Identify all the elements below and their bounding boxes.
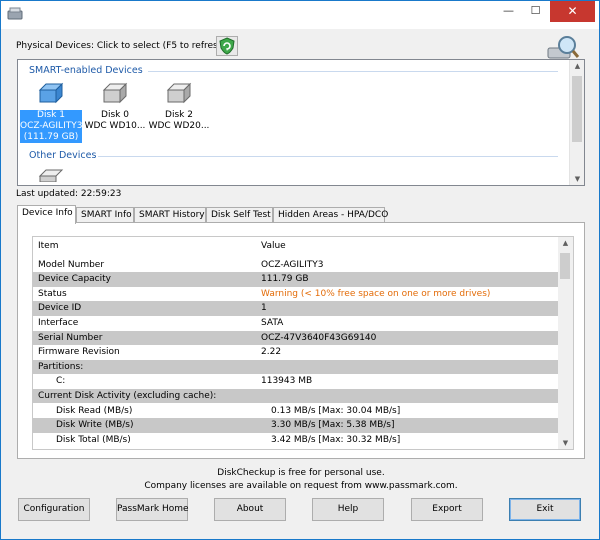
passmark-home-button[interactable]: PassMark Home bbox=[116, 498, 189, 521]
device-list-scrollbar[interactable]: ▲ ▼ bbox=[569, 60, 584, 185]
table-row: Firmware Revision 2.22 bbox=[33, 345, 559, 360]
exit-button[interactable]: Exit bbox=[509, 498, 581, 521]
disk-drive-icon bbox=[166, 82, 192, 104]
table-row: Current Disk Activity (excluding cache): bbox=[33, 388, 559, 404]
refresh-button[interactable] bbox=[216, 36, 238, 56]
table-header: Item Value bbox=[33, 239, 559, 254]
disk-item-2[interactable]: Disk 2 WDC WD20... bbox=[148, 82, 210, 132]
license-note-line1: DiskCheckup is free for personal use. bbox=[217, 468, 385, 478]
group-smart-devices: SMART-enabled Devices bbox=[29, 65, 143, 76]
row-value: 1 bbox=[261, 303, 267, 314]
disk-app-icon bbox=[7, 7, 23, 20]
disk-label-name: Disk 0 bbox=[101, 110, 129, 120]
row-value: SATA bbox=[261, 317, 284, 328]
disk-drive-icon bbox=[102, 82, 128, 104]
physical-devices-label: Physical Devices: Click to select (F5 to… bbox=[16, 41, 227, 51]
scroll-up-icon[interactable]: ▲ bbox=[558, 239, 573, 247]
row-item: Status bbox=[38, 288, 67, 299]
export-button[interactable]: Export bbox=[411, 498, 483, 521]
scroll-thumb[interactable] bbox=[572, 76, 582, 142]
table-row: Disk Write (MB/s) 3.30 MB/s [Max: 5.38 M… bbox=[33, 418, 559, 433]
about-button[interactable]: About bbox=[214, 498, 286, 521]
configuration-button[interactable]: Configuration bbox=[18, 498, 90, 521]
license-note-line2: Company licenses are available on reques… bbox=[144, 481, 458, 491]
help-button[interactable]: Help bbox=[312, 498, 384, 521]
table-row: Serial Number OCZ-47V3640F43G69140 bbox=[33, 330, 559, 346]
device-info-table: Item Value Model Number OCZ-AGILITY3 Dev… bbox=[32, 236, 574, 450]
table-row: Partitions: bbox=[33, 359, 559, 375]
tab-hidden-areas[interactable]: Hidden Areas - HPA/DCO bbox=[273, 207, 388, 223]
table-row: Disk Read (MB/s) 0.13 MB/s [Max: 30.04 M… bbox=[33, 404, 559, 419]
disk-item-0[interactable]: Disk 0 WDC WD10... bbox=[84, 82, 146, 132]
row-item: Firmware Revision bbox=[38, 347, 120, 358]
row-item: Interface bbox=[38, 317, 79, 328]
close-button[interactable]: ✕ bbox=[550, 1, 595, 22]
table-scrollbar[interactable]: ▲ ▼ bbox=[558, 237, 573, 449]
tab-disk-self-test[interactable]: Disk Self Test bbox=[206, 207, 273, 223]
shield-refresh-icon bbox=[219, 37, 235, 55]
last-updated-label: Last updated: 22:59:23 bbox=[16, 189, 122, 199]
magnifier-disk-icon[interactable] bbox=[546, 34, 580, 62]
row-value: 3.42 MB/s [Max: 30.32 MB/s] bbox=[271, 434, 401, 445]
row-item: Serial Number bbox=[38, 332, 103, 343]
title-bar: — ☐ ✕ bbox=[1, 1, 599, 29]
scroll-thumb[interactable] bbox=[560, 253, 570, 279]
scroll-down-icon[interactable]: ▼ bbox=[570, 175, 585, 183]
disk-label-model: WDC WD20... bbox=[148, 121, 210, 131]
tab-smart-info[interactable]: SMART Info bbox=[76, 207, 134, 223]
device-info-panel: Item Value Model Number OCZ-AGILITY3 Dev… bbox=[17, 222, 585, 459]
column-header-value[interactable]: Value bbox=[261, 239, 286, 254]
device-list: SMART-enabled Devices Disk 1 OCZ-AGILITY… bbox=[17, 59, 585, 186]
row-value: 3.30 MB/s [Max: 5.38 MB/s] bbox=[271, 420, 395, 431]
minimize-button[interactable]: — bbox=[495, 1, 522, 22]
scroll-down-icon[interactable]: ▼ bbox=[558, 439, 573, 447]
row-value: 113943 MB bbox=[261, 376, 313, 387]
row-item: Model Number bbox=[38, 259, 105, 270]
row-item: Device Capacity bbox=[38, 274, 111, 285]
tab-smart-history[interactable]: SMART History bbox=[134, 207, 206, 223]
row-item: Current Disk Activity (excluding cache): bbox=[38, 390, 217, 401]
row-value: 111.79 GB bbox=[261, 274, 309, 285]
row-item: Disk Read (MB/s) bbox=[56, 405, 133, 416]
disk-label-model: OCZ-AGILITY3 bbox=[20, 121, 82, 132]
scroll-up-icon[interactable]: ▲ bbox=[570, 62, 585, 70]
row-value: OCZ-47V3640F43G69140 bbox=[261, 332, 377, 343]
app-window: — ☐ ✕ Physical Devices: Click to select … bbox=[0, 0, 600, 540]
disk-item-1[interactable]: Disk 1 OCZ-AGILITY3 (111.79 GB) bbox=[20, 82, 82, 143]
group-other-devices: Other Devices bbox=[29, 150, 97, 161]
row-value: 2.22 bbox=[261, 347, 282, 358]
row-item: C: bbox=[56, 376, 66, 387]
row-item: Disk Total (MB/s) bbox=[56, 434, 131, 445]
table-row: Disk Total (MB/s) 3.42 MB/s [Max: 30.32 … bbox=[33, 433, 559, 448]
table-row: Interface SATA bbox=[33, 316, 559, 331]
row-item: Device ID bbox=[38, 303, 82, 314]
disk-label-name: Disk 1 bbox=[20, 110, 82, 121]
disk-label-model: WDC WD10... bbox=[84, 121, 146, 131]
table-row: Model Number OCZ-AGILITY3 bbox=[33, 258, 559, 273]
row-item: Partitions: bbox=[38, 361, 84, 372]
disk-drive-icon bbox=[38, 169, 64, 182]
table-row: Device ID 1 bbox=[33, 301, 559, 316]
maximize-button[interactable]: ☐ bbox=[522, 1, 549, 22]
table-row: Device Capacity 111.79 GB bbox=[33, 272, 559, 287]
tab-device-info[interactable]: Device Info bbox=[17, 205, 76, 224]
table-row: C: 113943 MB bbox=[33, 374, 559, 389]
row-value: OCZ-AGILITY3 bbox=[261, 259, 324, 270]
column-header-item[interactable]: Item bbox=[38, 239, 59, 254]
row-value-warning: Warning (< 10% free space on one or more… bbox=[261, 288, 491, 299]
disk-label-size: (111.79 GB) bbox=[20, 132, 82, 143]
disk-drive-icon bbox=[38, 82, 64, 104]
row-item: Disk Write (MB/s) bbox=[56, 420, 134, 431]
table-row: Status Warning (< 10% free space on one … bbox=[33, 287, 559, 302]
row-value: 0.13 MB/s [Max: 30.04 MB/s] bbox=[271, 405, 401, 416]
disk-label-name: Disk 2 bbox=[165, 110, 193, 120]
